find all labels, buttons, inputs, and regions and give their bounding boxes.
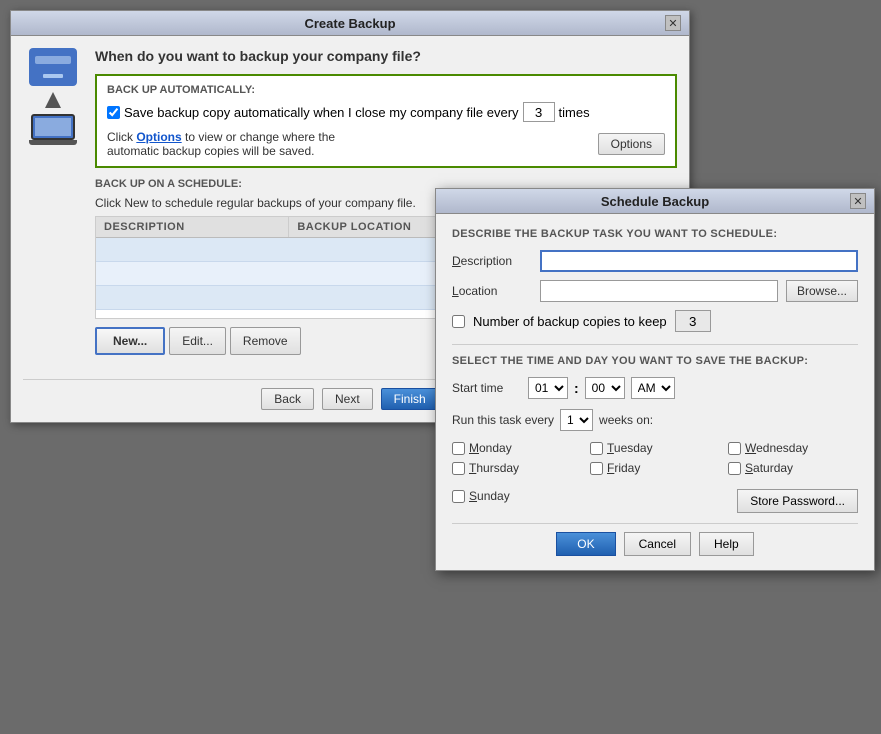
schedule-bottom: Sunday Store Password... (452, 489, 858, 513)
backup-icon-column (23, 48, 83, 148)
auto-backup-checkbox-row: Save backup copy automatically when I cl… (107, 102, 665, 122)
remove-button[interactable]: Remove (230, 327, 301, 355)
description-input[interactable] (540, 250, 858, 272)
question-text: When do you want to backup your company … (95, 48, 677, 64)
copies-row: Number of backup copies to keep (452, 310, 858, 332)
sunday-checkbox[interactable] (452, 490, 465, 503)
options-row: Click Options to view or change where th… (107, 130, 665, 158)
schedule-backup-window: Schedule Backup ✕ DESCRIBE THE BACKUP TA… (435, 188, 875, 571)
auto-backup-checkbox[interactable] (107, 106, 120, 119)
thursday-checkbox[interactable] (452, 462, 465, 475)
times-input[interactable] (523, 102, 555, 122)
ok-button[interactable]: OK (556, 532, 615, 556)
minute-select[interactable]: 00153045 (585, 377, 625, 399)
description-label: Description (452, 254, 532, 268)
task-every-row: Run this task every 1234 weeks on: (452, 409, 858, 431)
weeks-select[interactable]: 1234 (560, 409, 593, 431)
finish-button[interactable]: Finish (381, 388, 439, 410)
friday-row: Friday (590, 461, 720, 475)
options-note: Click Options to view or change where th… (107, 130, 387, 158)
back-button[interactable]: Back (261, 388, 314, 410)
describe-section-header: DESCRIBE THE BACKUP TASK YOU WANT TO SCH… (452, 228, 858, 240)
start-time-label: Start time (452, 381, 522, 395)
auto-backup-section: BACK UP AUTOMATICALLY: Save backup copy … (95, 74, 677, 168)
divider (452, 344, 858, 345)
sunday-label: Sunday (469, 489, 510, 503)
create-backup-titlebar: Create Backup ✕ (11, 11, 689, 36)
create-backup-close-button[interactable]: ✕ (665, 15, 681, 31)
weeks-on-label: weeks on: (599, 413, 653, 427)
saturday-checkbox[interactable] (728, 462, 741, 475)
monday-checkbox[interactable] (452, 442, 465, 455)
arrow-up-icon (45, 92, 61, 108)
hour-select[interactable]: 01020304 05060708 09101112 (528, 377, 568, 399)
options-link: Options (136, 130, 181, 144)
time-section-header: SELECT THE TIME AND DAY YOU WANT TO SAVE… (452, 355, 858, 367)
create-backup-title: Create Backup (35, 16, 665, 31)
schedule-backup-titlebar: Schedule Backup ✕ (436, 189, 874, 214)
schedule-backup-body: DESCRIBE THE BACKUP TASK YOU WANT TO SCH… (436, 214, 874, 570)
times-label: times (559, 105, 590, 120)
friday-label: Friday (607, 461, 640, 475)
thursday-label: Thursday (469, 461, 519, 475)
next-button[interactable]: Next (322, 388, 373, 410)
location-row: Location Browse... (452, 280, 858, 302)
location-label: Location (452, 284, 532, 298)
laptop-base (29, 140, 77, 145)
description-row: Description (452, 250, 858, 272)
tuesday-checkbox[interactable] (590, 442, 603, 455)
thursday-row: Thursday (452, 461, 582, 475)
auto-backup-checkbox-label: Save backup copy automatically when I cl… (124, 105, 519, 120)
options-button[interactable]: Options (598, 133, 665, 155)
col-description: DESCRIPTION (96, 217, 289, 237)
cancel-button[interactable]: Cancel (624, 532, 691, 556)
wednesday-checkbox[interactable] (728, 442, 741, 455)
time-colon: : (574, 380, 579, 396)
browse-button[interactable]: Browse... (786, 280, 858, 302)
days-grid: Monday Tuesday Wednesday Thursday Friday… (452, 441, 858, 475)
schedule-backup-close-button[interactable]: ✕ (850, 193, 866, 209)
saturday-label: Saturday (745, 461, 793, 475)
ampm-select[interactable]: AMPM (631, 377, 675, 399)
copies-input[interactable] (675, 310, 711, 332)
laptop-screen (31, 114, 75, 140)
saturday-row: Saturday (728, 461, 858, 475)
sunday-row: Sunday (452, 489, 510, 503)
friday-checkbox[interactable] (590, 462, 603, 475)
auto-backup-label: BACK UP AUTOMATICALLY: (107, 84, 665, 96)
monday-label: Monday (469, 441, 512, 455)
tuesday-row: Tuesday (590, 441, 720, 455)
new-button[interactable]: New... (95, 327, 165, 355)
task-every-label: Run this task every (452, 413, 554, 427)
laptop-icon (29, 114, 77, 148)
start-time-row: Start time 01020304 05060708 09101112 : … (452, 377, 858, 399)
store-password-button[interactable]: Store Password... (737, 489, 858, 513)
wednesday-row: Wednesday (728, 441, 858, 455)
help-button[interactable]: Help (699, 532, 754, 556)
wednesday-label: Wednesday (745, 441, 808, 455)
hdd-icon (29, 48, 77, 86)
tuesday-label: Tuesday (607, 441, 653, 455)
laptop-screen-inner (35, 118, 71, 136)
monday-row: Monday (452, 441, 582, 455)
edit-button[interactable]: Edit... (169, 327, 226, 355)
location-input[interactable] (540, 280, 778, 302)
copies-checkbox[interactable] (452, 315, 465, 328)
schedule-backup-title: Schedule Backup (460, 194, 850, 209)
schedule-footer: OK Cancel Help (452, 523, 858, 556)
copies-label: Number of backup copies to keep (473, 314, 667, 329)
